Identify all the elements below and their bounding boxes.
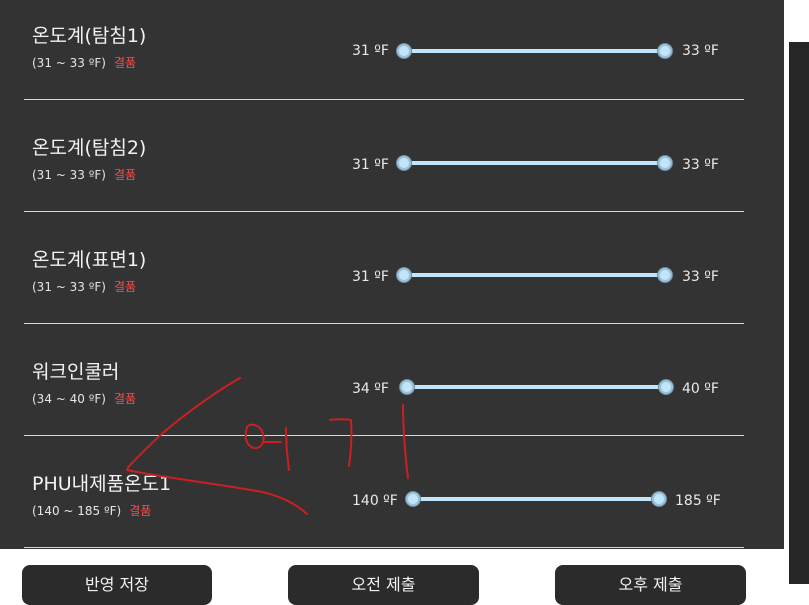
sensor-range: (34 ~ 40 ºF) 결품 (32, 391, 136, 407)
sensor-row: 온도계(탐침1) (31 ~ 33 ºF) 결품 31 ºF 33 ºF (0, 0, 784, 100)
slider-max-handle[interactable] (658, 44, 672, 58)
slider-max-label: 33 ºF (682, 269, 719, 285)
afternoon-submit-button[interactable]: 오후 제출 (555, 565, 746, 605)
range-text: (31 ~ 33 ºF) (32, 56, 106, 70)
range-slider-track[interactable] (407, 385, 666, 389)
slider-max-label: 33 ºF (682, 43, 719, 59)
slider-max-label: 33 ºF (682, 157, 719, 173)
slider-min-handle[interactable] (397, 156, 411, 170)
morning-submit-button[interactable]: 오전 제출 (288, 565, 479, 605)
row-divider (24, 547, 744, 548)
slider-min-label: 140 ºF (352, 493, 398, 509)
slider-max-label: 185 ºF (675, 493, 721, 509)
status-badge: 결품 (113, 168, 137, 182)
range-text: (31 ~ 33 ºF) (32, 280, 106, 294)
status-badge: 결품 (113, 280, 137, 294)
slider-max-label: 40 ºF (682, 381, 719, 397)
sensor-row: PHU내제품온도1 (140 ~ 185 ºF) 결품 140 ºF 185 ºF (0, 436, 784, 548)
slider-min-handle[interactable] (406, 492, 420, 506)
sensor-name: 온도계(표면1) (32, 249, 147, 271)
sensor-list-panel: 온도계(탐침1) (31 ~ 33 ºF) 결품 31 ºF 33 ºF 온도계(… (0, 0, 784, 549)
slider-max-handle[interactable] (658, 268, 672, 282)
scrollbar-area[interactable] (789, 42, 809, 584)
slider-min-handle[interactable] (397, 268, 411, 282)
sensor-range: (31 ~ 33 ºF) 결품 (32, 55, 136, 71)
sensor-range: (31 ~ 33 ºF) 결품 (32, 279, 136, 295)
slider-max-handle[interactable] (659, 380, 673, 394)
sensor-row: 온도계(표면1) (31 ~ 33 ºF) 결품 31 ºF 33 ºF (0, 212, 784, 324)
sensor-name: 온도계(탐침1) (32, 25, 147, 47)
range-slider-track[interactable] (404, 49, 665, 53)
slider-max-handle[interactable] (658, 156, 672, 170)
slider-max-handle[interactable] (652, 492, 666, 506)
slider-min-handle[interactable] (400, 380, 414, 394)
range-slider-track[interactable] (404, 273, 665, 277)
sensor-row: 워크인쿨러 (34 ~ 40 ºF) 결품 34 ºF 40 ºF (0, 324, 784, 436)
save-button[interactable]: 반영 저장 (22, 565, 212, 605)
sensor-name: PHU내제품온도1 (32, 473, 172, 495)
slider-min-label: 34 ºF (352, 381, 389, 397)
status-badge: 결품 (129, 504, 152, 518)
range-text: (31 ~ 33 ºF) (32, 168, 106, 182)
sensor-name: 워크인쿨러 (32, 361, 120, 383)
slider-min-label: 31 ºF (352, 269, 389, 285)
slider-min-handle[interactable] (397, 44, 411, 58)
sensor-range: (140 ~ 185 ºF) 결품 (32, 503, 151, 519)
range-slider-track[interactable] (413, 497, 659, 501)
status-badge: 결품 (113, 56, 137, 70)
range-text: (34 ~ 40 ºF) (32, 392, 106, 406)
range-text: (140 ~ 185 ºF) (32, 504, 122, 518)
slider-min-label: 31 ºF (352, 157, 389, 173)
sensor-name: 온도계(탐침2) (32, 137, 147, 159)
sensor-row: 온도계(탐침2) (31 ~ 33 ºF) 결품 31 ºF 33 ºF (0, 100, 784, 212)
sensor-range: (31 ~ 33 ºF) 결품 (32, 167, 136, 183)
range-slider-track[interactable] (404, 161, 665, 165)
slider-min-label: 31 ºF (352, 43, 389, 59)
status-badge: 결품 (113, 392, 137, 406)
